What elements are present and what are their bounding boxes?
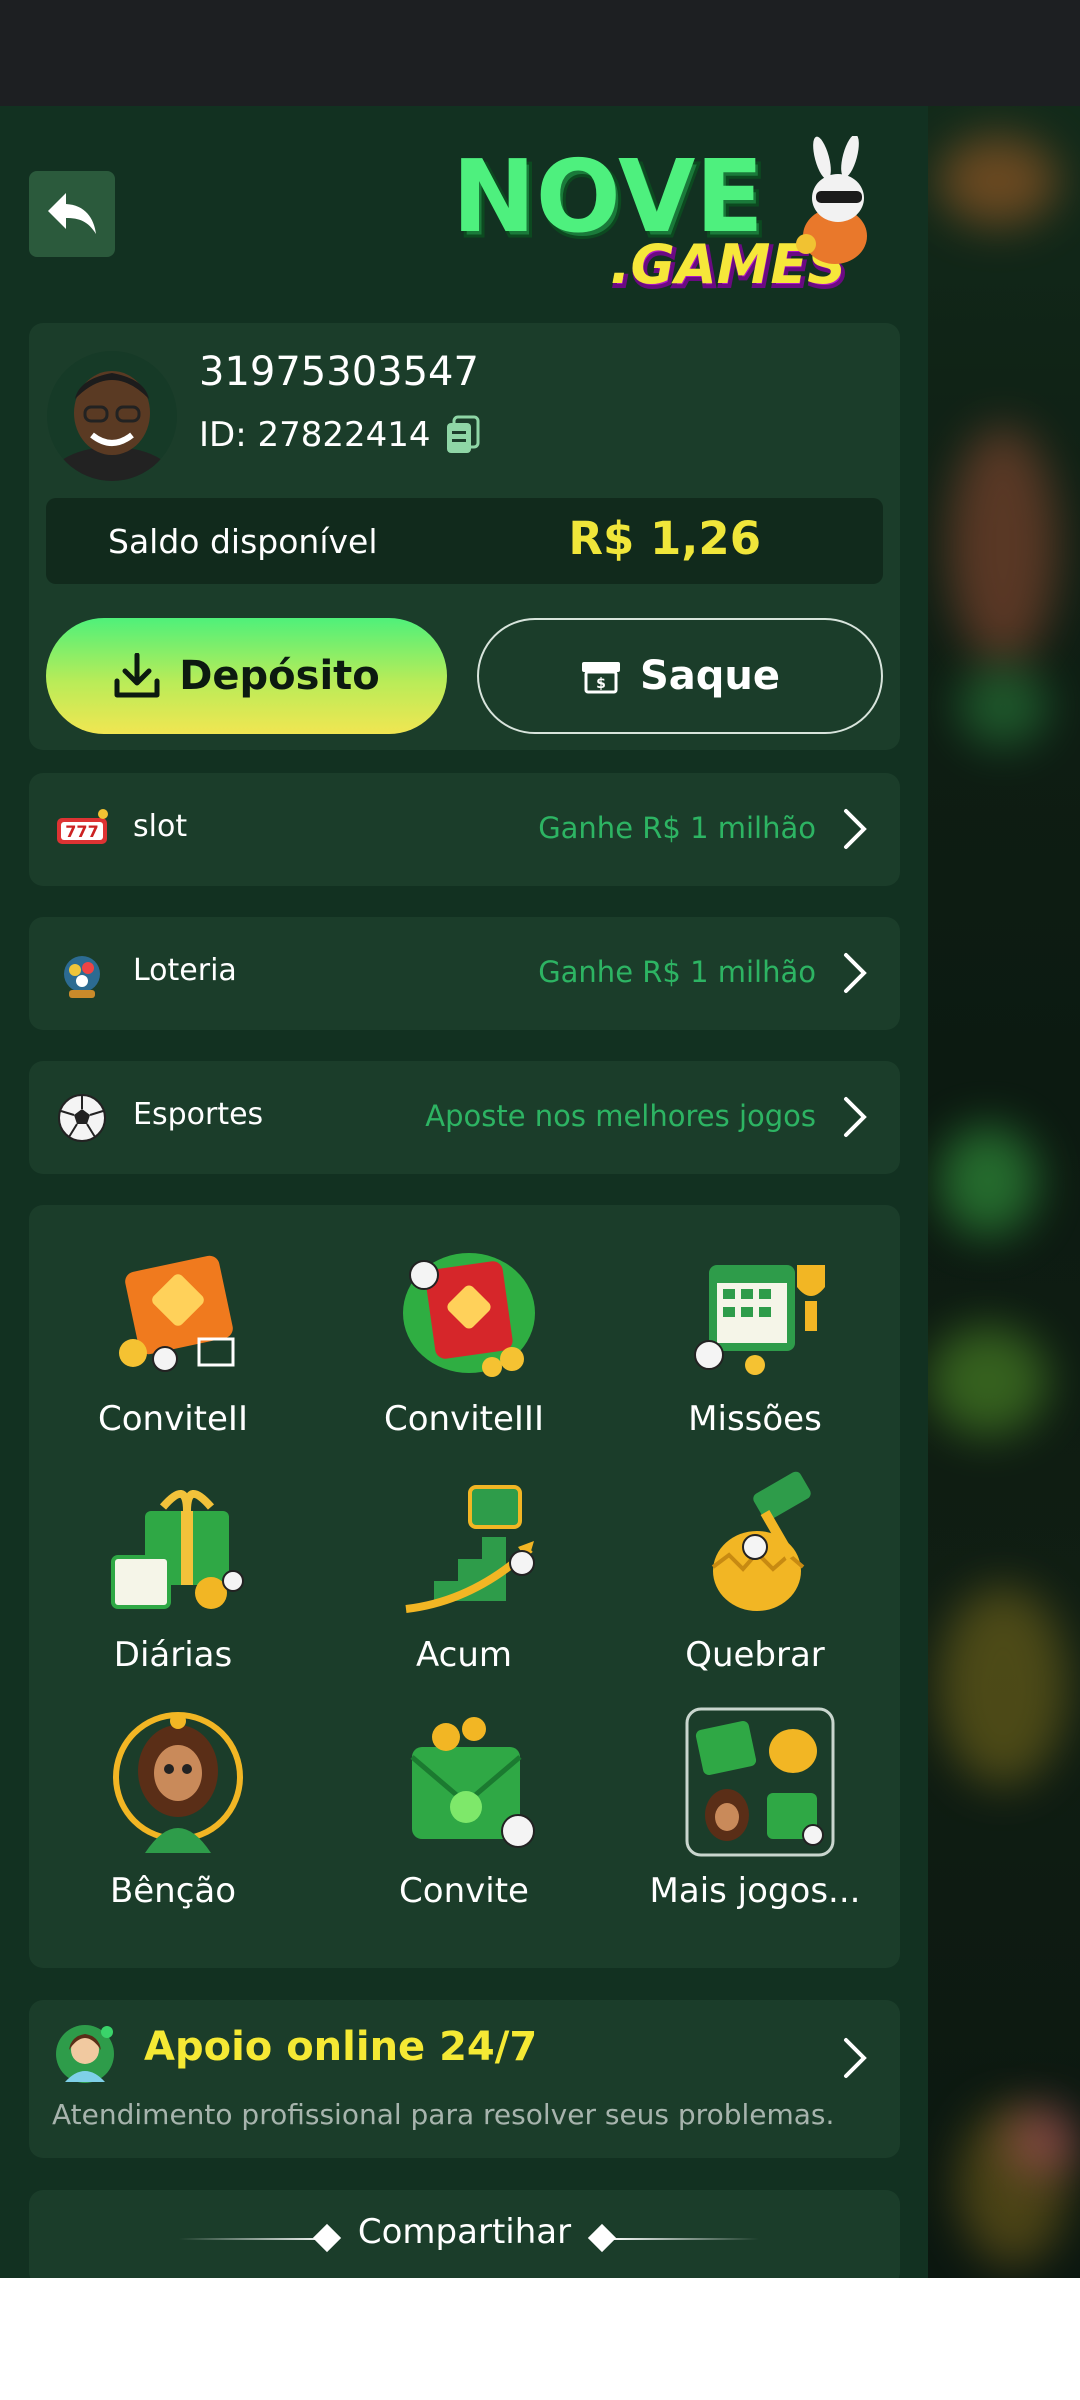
blurred-background[interactable]	[928, 106, 1080, 2278]
grid-tile-label: Quebrar	[685, 1635, 825, 1675]
golden-egg-hammer-icon	[711, 1471, 811, 1611]
row-label: slot	[133, 809, 188, 844]
balance-label: Saldo disponível	[108, 522, 378, 561]
balance-value: R$ 1,26	[568, 512, 761, 565]
share-section: Compartihar	[29, 2190, 900, 2278]
slot-777-icon: 777	[57, 809, 108, 844]
feature-grid: ConviteII ConviteIII Missões Diárias Acu…	[29, 1205, 900, 1968]
avatar[interactable]	[47, 351, 177, 481]
profile-card: 31975303547 ID: 27822414 Saldo disponíve…	[29, 323, 900, 750]
user-phone: 31975303547	[199, 349, 479, 395]
deposit-button[interactable]: Depósito	[46, 618, 447, 734]
chevron-right-icon	[844, 2038, 867, 2078]
withdraw-label: Saque	[639, 653, 781, 699]
nove-games-logo: NOVE NOVE .GAMES .GAMES	[452, 136, 867, 296]
invite-envelope-green-icon	[410, 1717, 535, 1848]
grid-tile-label: Acum	[415, 1635, 513, 1675]
grid-tile-label: ConviteIII	[384, 1399, 544, 1439]
invite-envelope-red-icon	[403, 1253, 535, 1377]
blessing-goddess-icon	[113, 1712, 243, 1853]
deposit-label: Depósito	[179, 653, 380, 699]
more-games-icon	[685, 1707, 835, 1857]
grid-tile-label: Convite	[399, 1871, 529, 1911]
grid-tile-quebrar[interactable]: Quebrar	[635, 1471, 875, 1691]
support-agent-icon	[56, 2025, 114, 2083]
row-promo: Ganhe R$ 1 milhão	[538, 955, 816, 989]
withdraw-button[interactable]: $ Saque	[477, 618, 883, 734]
support-title: Apoio online 24/7	[144, 2024, 538, 2070]
grid-tile-missoes[interactable]: Missões	[635, 1235, 875, 1455]
grid-tile-label: ConviteII	[98, 1399, 248, 1439]
stairs-chest-icon	[404, 1485, 535, 1613]
back-button[interactable]	[29, 171, 115, 257]
row-label: Loteria	[133, 953, 237, 988]
grid-tile-convite-iii[interactable]: ConviteIII	[344, 1235, 584, 1455]
chevron-right-icon	[844, 1097, 867, 1137]
svg-text:$: $	[596, 676, 606, 692]
share-title: Compartihar	[357, 2212, 572, 2252]
grid-tile-label: Bênção	[109, 1871, 237, 1911]
chevron-right-icon	[844, 953, 867, 993]
grid-tile-label: Missões	[688, 1399, 822, 1439]
grid-tile-label: Mais jogos...	[649, 1871, 861, 1911]
svg-text:777: 777	[65, 822, 98, 841]
reply-arrow-icon	[48, 193, 96, 234]
grid-tile-bencao[interactable]: Bênção	[53, 1707, 293, 1927]
download-icon	[114, 653, 160, 698]
divider	[609, 2238, 759, 2240]
user-id: ID: 27822414	[199, 415, 481, 455]
grid-tile-acum[interactable]: Acum	[344, 1471, 584, 1691]
menu-row-slot[interactable]: 777 slot Ganhe R$ 1 milhão	[29, 773, 900, 886]
soccer-ball-icon	[58, 1094, 106, 1142]
grid-tile-label: Diárias	[113, 1635, 233, 1675]
lottery-icon	[64, 956, 100, 998]
row-promo: Aposte nos melhores jogos	[425, 1099, 816, 1133]
support-subtitle: Atendimento profissional para resolver s…	[52, 2098, 835, 2131]
copy-icon[interactable]	[445, 415, 481, 455]
balance-box: Saldo disponível R$ 1,26	[46, 498, 883, 584]
menu-row-sports[interactable]: Esportes Aposte nos melhores jogos	[29, 1061, 900, 1174]
invite-envelope-orange-icon	[119, 1255, 235, 1372]
bottom-area	[0, 2278, 1080, 2400]
missions-calendar-trophy-icon	[694, 1265, 825, 1375]
daily-gift-calendar-icon	[111, 1490, 244, 1609]
row-promo: Ganhe R$ 1 milhão	[538, 811, 816, 845]
user-id-text: ID: 27822414	[199, 415, 431, 455]
cash-withdraw-icon: $	[581, 662, 620, 694]
chevron-right-icon	[844, 809, 867, 849]
grid-tile-diarias[interactable]: Diárias	[53, 1471, 293, 1691]
side-drawer: NOVE NOVE .GAMES .GAMES 31975303547 ID: …	[0, 106, 928, 2278]
grid-tile-convite-ii[interactable]: ConviteII	[53, 1235, 293, 1455]
rabbit-mascot-icon	[796, 136, 867, 264]
grid-tile-mais-jogos[interactable]: Mais jogos...	[635, 1707, 875, 1927]
online-support-card[interactable]: Apoio online 24/7 Atendimento profission…	[29, 2000, 900, 2158]
grid-tile-convite[interactable]: Convite	[344, 1707, 584, 1927]
status-bar	[0, 0, 1080, 106]
row-label: Esportes	[133, 1097, 264, 1132]
menu-row-lottery[interactable]: Loteria Ganhe R$ 1 milhão	[29, 917, 900, 1030]
